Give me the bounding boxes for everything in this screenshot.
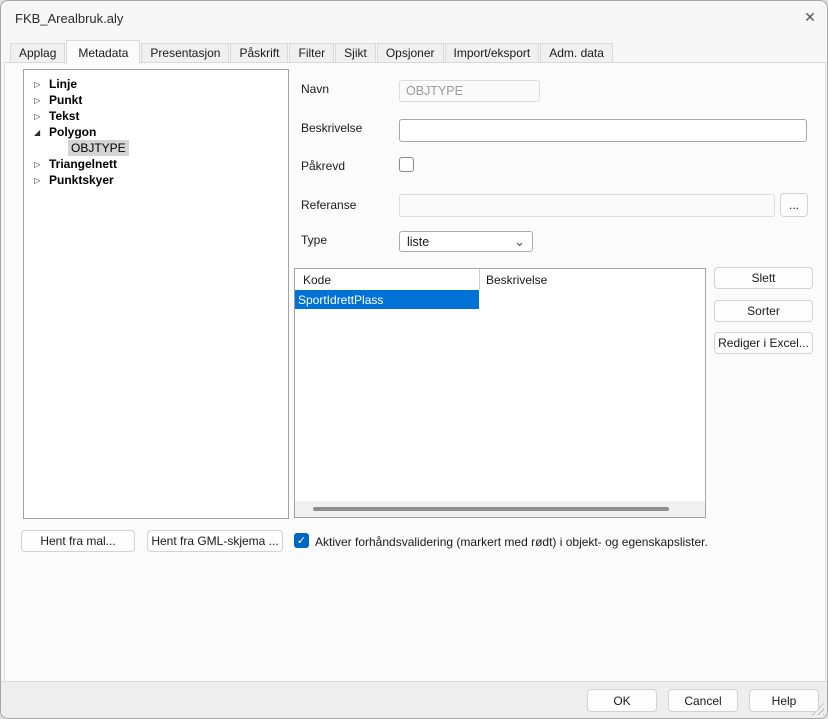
ok-button[interactable]: OK [587, 689, 657, 712]
tree-item-label: Linje [49, 77, 77, 91]
tab-label: Sjikt [344, 46, 367, 60]
cancel-button[interactable]: Cancel [668, 689, 738, 712]
dialog-window: FKB_Arealbruk.aly ✕ Applag Metadata Pres… [0, 0, 828, 719]
footer-bar: OK Cancel Help [1, 681, 827, 718]
type-label: Type [301, 233, 327, 247]
cancel-button-label: Cancel [684, 694, 721, 708]
tree-item-linje[interactable]: ▷ Linje [24, 76, 288, 92]
tab-presentasjon[interactable]: Presentasjon [141, 43, 229, 63]
tree-item-punktskyer[interactable]: ▷ Punktskyer [24, 172, 288, 188]
tree-item-polygon[interactable]: ◢ Polygon [24, 124, 288, 140]
beskrivelse-field[interactable] [399, 119, 807, 142]
chevron-collapsed-icon[interactable]: ▷ [32, 160, 49, 169]
tree-item-label: Polygon [49, 125, 96, 139]
tab-import-eksport[interactable]: Import/eksport [445, 43, 540, 63]
slett-button-label: Slett [751, 271, 775, 285]
validation-label: Aktiver forhåndsvalidering (markert med … [315, 535, 708, 549]
close-icon[interactable]: ✕ [798, 5, 822, 29]
chevron-collapsed-icon[interactable]: ▷ [32, 112, 49, 121]
help-button[interactable]: Help [749, 689, 819, 712]
column-divider[interactable] [479, 269, 480, 290]
pakrevd-label: Påkrevd [301, 159, 345, 173]
rediger-i-excel-button[interactable]: Rediger i Excel... [714, 332, 813, 354]
tab-paskrift[interactable]: Påskrift [230, 43, 288, 63]
tree-item-triangelnett[interactable]: ▷ Triangelnett [24, 156, 288, 172]
tab-label: Presentasjon [150, 46, 220, 60]
referanse-field [399, 194, 775, 217]
chevron-collapsed-icon[interactable]: ▷ [32, 96, 49, 105]
tree-item-label-selected: OBJTYPE [68, 140, 129, 156]
type-dropdown[interactable]: liste ⌄ [399, 231, 533, 252]
tree-item-tekst[interactable]: ▷ Tekst [24, 108, 288, 124]
slett-button[interactable]: Slett [714, 267, 813, 289]
window-title: FKB_Arealbruk.aly [15, 11, 123, 26]
scrollbar-thumb[interactable] [313, 507, 669, 511]
navn-label: Navn [301, 82, 329, 96]
column-header-beskrivelse[interactable]: Beskrivelse [486, 273, 547, 287]
tab-sjikt[interactable]: Sjikt [335, 43, 376, 63]
ok-button-label: OK [613, 694, 630, 708]
tab-label: Filter [298, 46, 325, 60]
tab-opsjoner[interactable]: Opsjoner [377, 43, 444, 63]
beskrivelse-label: Beskrivelse [301, 121, 362, 135]
tab-strip: Applag Metadata Presentasjon Påskrift Fi… [10, 39, 614, 63]
referanse-browse-button[interactable]: ... [780, 193, 808, 217]
chevron-expanded-icon[interactable]: ◢ [32, 128, 49, 137]
tab-label: Metadata [78, 46, 128, 60]
tab-filter[interactable]: Filter [289, 43, 334, 63]
hent-fra-gml-skjema-button[interactable]: Hent fra GML-skjema ... [147, 530, 283, 552]
chevron-collapsed-icon[interactable]: ▷ [32, 176, 49, 185]
tab-label: Påskrift [239, 46, 279, 60]
rediger-i-excel-button-label: Rediger i Excel... [718, 336, 809, 350]
hent-fra-gml-skjema-button-label: Hent fra GML-skjema ... [151, 534, 278, 548]
code-table[interactable]: Kode Beskrivelse SportIdrettPlass [294, 268, 706, 518]
tree-item-label: Punkt [49, 93, 82, 107]
chevron-collapsed-icon[interactable]: ▷ [32, 80, 49, 89]
sorter-button-label: Sorter [747, 304, 780, 318]
tree-item-label: Triangelnett [49, 157, 117, 171]
tab-label: Applag [19, 46, 56, 60]
chevron-down-icon: ⌄ [514, 237, 525, 247]
tab-label: Adm. data [549, 46, 604, 60]
tab-metadata[interactable]: Metadata [66, 40, 140, 64]
tree-item-label: Punktskyer [49, 173, 114, 187]
tab-label: Import/eksport [454, 46, 531, 60]
column-header-kode[interactable]: Kode [303, 273, 331, 287]
type-dropdown-value: liste [407, 235, 429, 249]
check-icon: ✓ [297, 534, 306, 547]
horizontal-scrollbar[interactable] [295, 501, 705, 517]
tree-item-objtype[interactable]: OBJTYPE [24, 140, 288, 156]
hent-fra-mal-button-label: Hent fra mal... [40, 534, 115, 548]
ellipsis-label: ... [789, 198, 799, 212]
table-row-selected[interactable]: SportIdrettPlass [295, 290, 479, 309]
navn-field [399, 80, 540, 102]
tab-adm-data[interactable]: Adm. data [540, 43, 613, 63]
sorter-button[interactable]: Sorter [714, 300, 813, 322]
hent-fra-mal-button[interactable]: Hent fra mal... [21, 530, 135, 552]
tree-item-punkt[interactable]: ▷ Punkt [24, 92, 288, 108]
validation-checkbox[interactable]: ✓ [294, 533, 309, 548]
tab-applag[interactable]: Applag [10, 43, 65, 63]
pakrevd-checkbox[interactable] [399, 157, 414, 172]
referanse-label: Referanse [301, 198, 356, 212]
object-tree[interactable]: ▷ Linje ▷ Punkt ▷ Tekst ◢ Polygon OBJTYP… [23, 69, 289, 519]
tab-label: Opsjoner [386, 46, 435, 60]
help-button-label: Help [772, 694, 797, 708]
tree-item-label: Tekst [49, 109, 79, 123]
